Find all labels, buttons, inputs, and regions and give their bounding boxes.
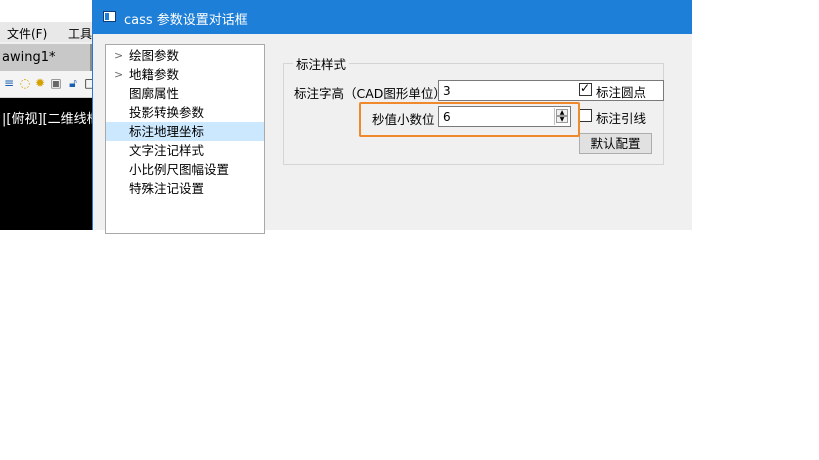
tree-item-text-style[interactable]: 文字注记样式 [106,141,264,160]
expand-chevron-icon[interactable]: > [114,65,123,84]
dot-checkbox[interactable]: ✓ [579,81,592,96]
background-cad-app: 文件(F) 工具 awing1* ≡ ◌ ✹ ▣ 🔓︎ □ |[俯视][二维线框 [0,0,100,230]
background-top-strip [0,0,100,22]
leader-checkbox-label[interactable]: 标注引线 [596,108,646,127]
tree-item-drawing-params[interactable]: > 绘图参数 [106,46,264,65]
tree-item-projection-params[interactable]: 投影转换参数 [106,103,264,122]
default-config-button[interactable]: 默认配置 [579,133,652,154]
viewport-label[interactable]: |[俯视][二维线框 [2,108,100,127]
layer-manager-icon[interactable]: ≡ [2,76,16,90]
background-menubar: 文件(F) 工具 [0,22,100,42]
tree-item-special-annotation[interactable]: 特殊注记设置 [106,179,264,198]
tree-item-label: 绘图参数 [129,48,180,63]
cass-settings-dialog: cass 参数设置对话框 > 绘图参数 > 地籍参数 图廓属性 投影转换参数 标… [92,0,692,234]
dialog-titlebar[interactable]: cass 参数设置对话框 [93,0,692,34]
tree-item-label: 地籍参数 [129,67,180,82]
light-bulb-icon[interactable]: ◌ [18,76,32,90]
drawing-tab[interactable]: awing1* [0,44,90,71]
tree-item-frame-attributes[interactable]: 图廓属性 [106,84,264,103]
tree-item-small-scale[interactable]: 小比例尺图幅设置 [106,160,264,179]
freeze-icon[interactable]: ▣ [49,76,63,90]
tree-item-geo-coordinates[interactable]: 标注地理坐标 [106,122,264,141]
settings-tree: > 绘图参数 > 地籍参数 图廓属性 投影转换参数 标注地理坐标 文字注记样式 … [105,44,265,234]
unlock-icon[interactable]: 🔓︎ [66,76,80,90]
tree-item-label: 文字注记样式 [129,143,205,158]
window-icon [103,11,116,22]
drawing-canvas[interactable]: |[俯视][二维线框 [0,98,100,230]
tree-item-label: 标注地理坐标 [129,124,205,139]
sun-icon[interactable]: ✹ [33,76,47,90]
tree-item-cadastral-params[interactable]: > 地籍参数 [106,65,264,84]
tree-item-label: 图廓属性 [129,86,180,101]
tree-item-label: 特殊注记设置 [129,181,205,196]
menu-file[interactable]: 文件(F) [7,25,47,42]
leader-checkbox[interactable] [579,109,592,122]
dot-checkbox-label[interactable]: 标注圆点 [596,82,646,101]
layer-toolbar: ≡ ◌ ✹ ▣ 🔓︎ □ [0,71,100,98]
font-height-label: 标注字高（CAD图形单位） [294,86,446,101]
dialog-title: cass 参数设置对话框 [124,13,248,28]
menu-tools[interactable]: 工具 [68,25,92,42]
highlight-box [359,102,580,137]
checkmark-icon: ✓ [580,81,591,95]
tree-item-label: 小比例尺图幅设置 [129,162,230,177]
tree-item-label: 投影转换参数 [129,105,205,120]
expand-chevron-icon[interactable]: > [114,46,123,65]
drawing-tabbar: awing1* [0,44,100,71]
group-title: 标注样式 [293,54,350,73]
